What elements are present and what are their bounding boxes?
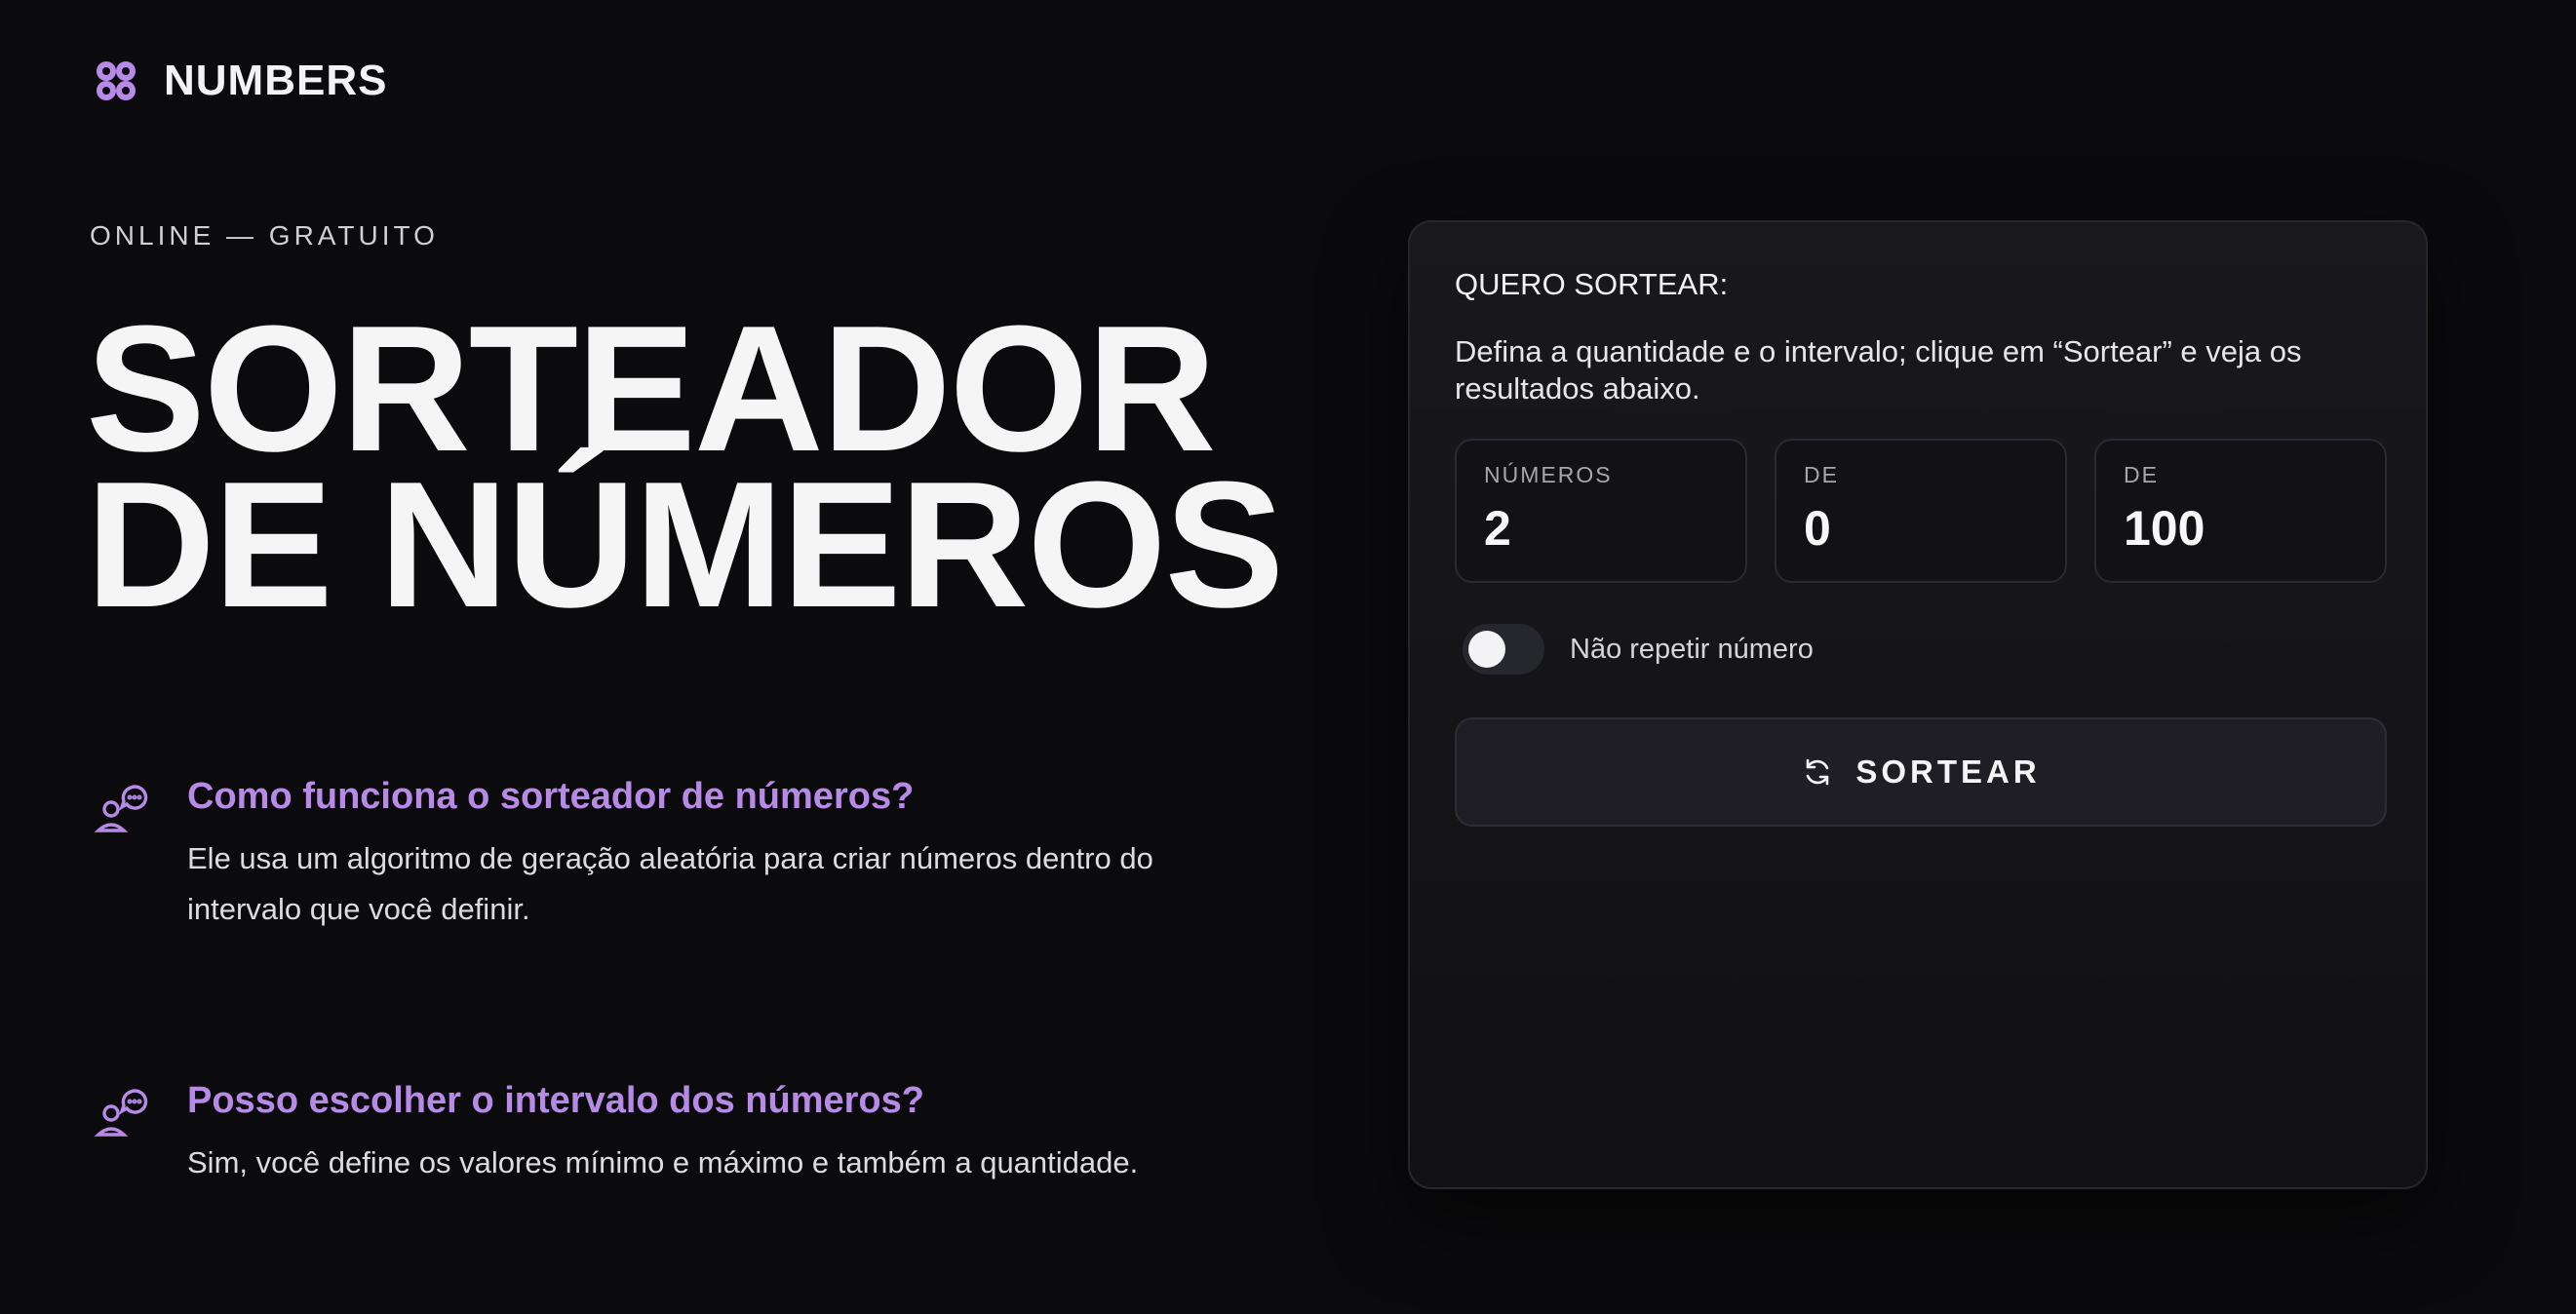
- person-chat-icon: [94, 780, 152, 838]
- quantity-field[interactable]: NÚMEROS: [1455, 439, 1747, 583]
- max-input[interactable]: [2124, 500, 2358, 557]
- quantity-field-label: NÚMEROS: [1484, 462, 1613, 487]
- brand[interactable]: NUMBERS: [90, 55, 387, 107]
- no-repeat-toggle[interactable]: [1463, 624, 1544, 675]
- quantity-input[interactable]: [1484, 500, 1718, 557]
- faq-question: Posso escolher o intervalo dos números?: [187, 1080, 924, 1121]
- page-title: SORTEADOR DE NÚMEROS: [86, 288, 1284, 644]
- card-description: Defina a quantidade e o intervalo; cliqu…: [1455, 334, 2302, 406]
- max-field[interactable]: DE: [2094, 439, 2387, 583]
- page-title-line-1: SORTEADOR: [86, 288, 1217, 488]
- no-repeat-label[interactable]: Não repetir número: [1570, 634, 1814, 666]
- draw-button-label: SORTEAR: [1855, 754, 2041, 790]
- toggle-knob: [1468, 631, 1505, 668]
- min-field[interactable]: DE: [1775, 439, 2067, 583]
- faq-item: Posso escolher o intervalo dos números? …: [94, 1080, 1264, 1188]
- faq-answer: Sim, você define os valores mínimo e máx…: [187, 1145, 1139, 1179]
- draw-card: QUERO SORTEAR: Defina a quantidade e o i…: [1408, 220, 2428, 1189]
- hero-eyebrow: ONLINE — GRATUITO: [90, 220, 439, 251]
- brand-logo-icon: [90, 55, 142, 107]
- faq-question: Como funciona o sorteador de números?: [187, 776, 915, 817]
- faq-answer: Ele usa um algoritmo de geração aleatóri…: [187, 841, 1153, 926]
- card-title: QUERO SORTEAR:: [1455, 267, 1729, 301]
- refresh-icon: [1801, 755, 1834, 789]
- min-input[interactable]: [1804, 500, 2038, 557]
- min-field-label: DE: [1804, 462, 1839, 487]
- page-title-line-2: DE NÚMEROS: [86, 444, 1284, 644]
- draw-button[interactable]: SORTEAR: [1455, 717, 2387, 827]
- range-fields: NÚMEROS DE DE: [1455, 439, 2387, 583]
- person-chat-icon: [94, 1084, 152, 1142]
- max-field-label: DE: [2124, 462, 2159, 487]
- brand-name: NUMBERS: [164, 57, 388, 104]
- faq-item: Como funciona o sorteador de números? El…: [94, 776, 1264, 935]
- no-repeat-toggle-row: Não repetir número: [1463, 624, 1814, 675]
